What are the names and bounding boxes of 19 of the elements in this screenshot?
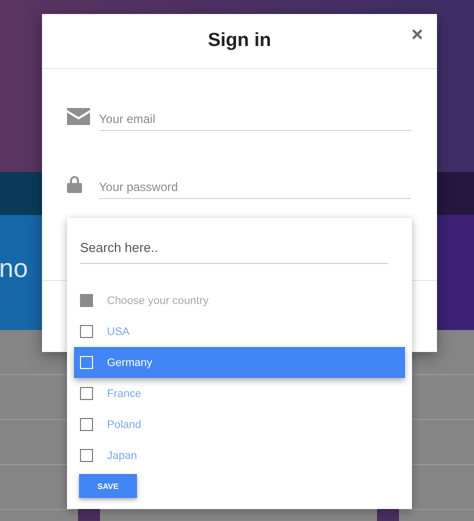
password-field[interactable]: Your password <box>99 180 411 199</box>
search-field[interactable]: Search here.. <box>80 236 388 264</box>
checkbox[interactable] <box>80 418 93 431</box>
checkbox[interactable] <box>80 449 93 462</box>
checkbox[interactable] <box>80 325 93 338</box>
envelope-icon <box>67 108 90 125</box>
dialog-title: Sign in <box>208 30 272 52</box>
country-option[interactable]: Germany <box>74 347 405 378</box>
email-field[interactable]: Your email <box>99 112 411 131</box>
country-option[interactable]: Japan <box>74 440 405 471</box>
save-button[interactable]: SAVE <box>79 474 137 498</box>
country-option[interactable]: Poland <box>74 409 405 440</box>
country-option: Choose your country <box>74 285 405 316</box>
hero-text: no <box>0 253 28 284</box>
country-option[interactable]: France <box>74 378 405 409</box>
lock-icon <box>67 175 82 193</box>
checkbox[interactable] <box>80 387 93 400</box>
country-option[interactable]: USA <box>74 316 405 347</box>
close-button[interactable]: × <box>409 24 425 47</box>
